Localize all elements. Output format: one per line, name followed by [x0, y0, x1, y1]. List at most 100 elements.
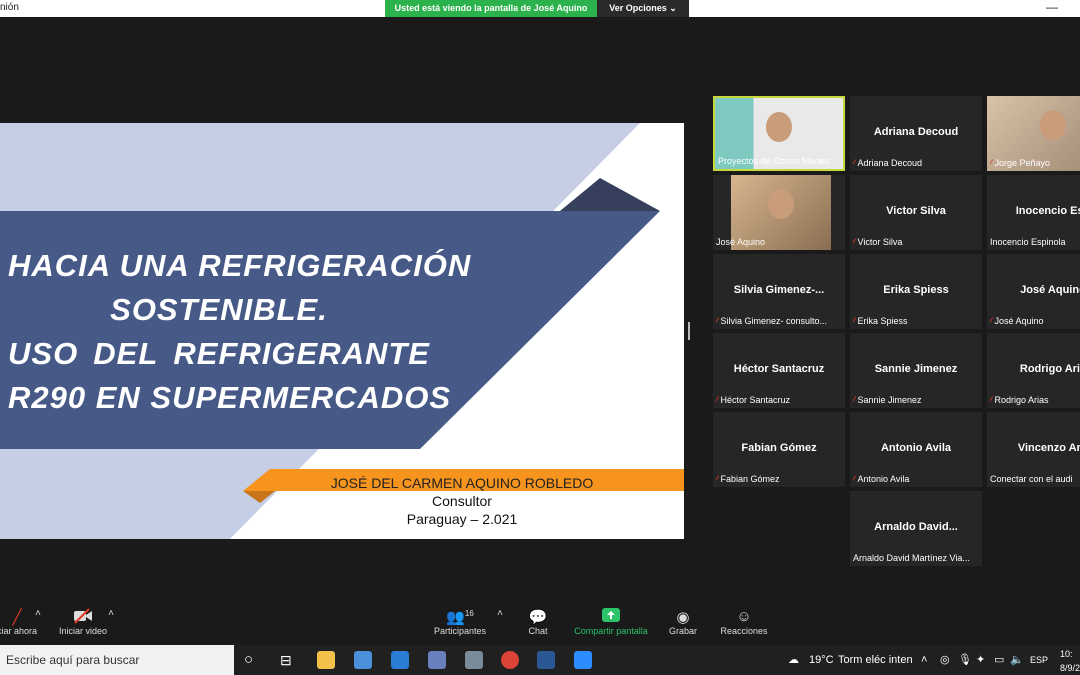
- participant-name-large: Fabian Gómez: [741, 442, 817, 454]
- participant-tile[interactable]: Silvia Gimenez-... ⁄ Silvia Gimenez- consu…: [713, 254, 845, 329]
- participant-name-large: Silvia Gimenez-...: [733, 284, 825, 296]
- participant-name-large: Erika Spiess: [883, 284, 949, 296]
- screen-share-banner: Usted está viendo la pantalla de José Aq…: [385, 0, 597, 17]
- participant-tile[interactable]: José Aquino: [713, 175, 845, 250]
- video-button[interactable]: Iniciar video: [58, 608, 108, 636]
- share-label: Compartir pantalla: [574, 626, 648, 636]
- microphone-icon[interactable]: 🎙: [958, 645, 972, 675]
- participant-tile[interactable]: Proyectos de Ozono Mades: [713, 96, 845, 171]
- participant-label-text: Jorge Peñayo: [994, 158, 1051, 168]
- video-label: Iniciar video: [58, 626, 108, 636]
- record-label: Grabar: [668, 626, 697, 636]
- muted-mic-icon: ⁄: [853, 395, 855, 405]
- participant-tile[interactable]: ⁄ Jorge Peñayo: [987, 96, 1080, 171]
- participant-label-text: Sannie Jimenez: [857, 395, 922, 405]
- reactions-button[interactable]: ☺ Reacciones: [720, 608, 768, 636]
- participant-name-large: Héctor Santacruz: [733, 363, 825, 375]
- video-options-chevron[interactable]: ˄: [105, 608, 117, 626]
- audio-options-chevron[interactable]: ˄: [32, 608, 44, 626]
- clock-time: 10:: [1060, 649, 1073, 659]
- task-view-circle-icon[interactable]: ○: [244, 645, 253, 675]
- participant-label-text: Rodrigo Arias: [994, 395, 1049, 405]
- participant-tile[interactable]: Adriana Decoud ⁄ Adriana Decoud: [850, 96, 982, 171]
- participants-button[interactable]: 👥16 Participantes: [432, 608, 488, 636]
- participant-label-text: Arnaldo David Martínez Via...: [853, 553, 970, 563]
- muted-mic-icon: ⁄: [853, 316, 855, 326]
- participant-tile[interactable]: Rodrigo Aria ⁄ Rodrigo Arias: [987, 333, 1080, 408]
- muted-mic-icon: ⁄: [990, 395, 992, 405]
- chrome-icon[interactable]: [501, 651, 519, 669]
- minimize-button[interactable]: —: [1046, 0, 1058, 14]
- muted-mic-icon: ⁄: [853, 474, 855, 484]
- chevron-up-icon: ˄: [497, 608, 503, 619]
- participant-tile[interactable]: Héctor Santacruz ⁄ Héctor Santacruz: [713, 333, 845, 408]
- weather-temp[interactable]: 19°C: [809, 645, 834, 675]
- calculator-icon[interactable]: [465, 651, 483, 669]
- participant-face: [766, 112, 792, 142]
- participant-tile[interactable]: Vincenzo Arri Conectar con el audi: [987, 412, 1080, 487]
- reactions-label: Reacciones: [720, 626, 768, 636]
- slide-author: JOSÉ DEL CARMEN AQUINO ROBLEDO: [330, 475, 594, 491]
- participant-tile[interactable]: Antonio Avila ⁄ Antonio Avila: [850, 412, 982, 487]
- participant-label: Proyectos de Ozono Mades: [718, 156, 841, 166]
- muted-mic-icon: ⁄: [853, 237, 855, 247]
- participant-label-text: Silvia Gimenez- consulto...: [720, 316, 828, 326]
- chat-button[interactable]: 💬 Chat: [522, 608, 554, 636]
- participant-tile[interactable]: Victor Silva ⁄ Victor Silva: [850, 175, 982, 250]
- participant-name-large: Inocencio Esp: [1015, 205, 1080, 217]
- file-explorer-icon[interactable]: [317, 651, 335, 669]
- chat-bubble-icon: 💬: [528, 609, 548, 626]
- participants-options-chevron[interactable]: ˄: [494, 608, 506, 626]
- word-icon[interactable]: [537, 651, 555, 669]
- participant-label: ⁄ Héctor Santacruz: [716, 395, 843, 405]
- participant-tile[interactable]: Sannie Jimenez ⁄ Sannie Jimenez: [850, 333, 982, 408]
- participant-name-large: Adriana Decoud: [873, 126, 959, 138]
- participant-label-text: Conectar con el audi: [990, 474, 1073, 484]
- network-icon[interactable]: ▭: [994, 645, 1004, 675]
- language-indicator[interactable]: ESP: [1030, 645, 1048, 675]
- slide-title-word: DEL: [93, 336, 159, 371]
- participant-tile[interactable]: José Aquino ⁄ José Aquino: [987, 254, 1080, 329]
- participant-label-text: José Aquino: [994, 316, 1044, 326]
- weather-icon[interactable]: ☁: [788, 645, 799, 675]
- meeting-controls: ╱ ciar ahora ˄ Iniciar video ˄ 👥16 Parti…: [0, 604, 1080, 645]
- volume-icon[interactable]: 🔈: [1010, 645, 1024, 675]
- vpn-icon[interactable]: [428, 651, 446, 669]
- taskbar-search-input[interactable]: Escribe aquí para buscar: [0, 645, 234, 675]
- participants-label: Participantes: [433, 626, 487, 636]
- mail-icon[interactable]: [391, 651, 409, 669]
- store-icon[interactable]: [354, 651, 372, 669]
- meet-now-icon[interactable]: ◎: [940, 645, 950, 675]
- participant-label: ⁄ Rodrigo Arias: [990, 395, 1080, 405]
- video-off-icon: [58, 608, 108, 626]
- share-screen-button[interactable]: Compartir pantalla: [572, 608, 650, 636]
- record-icon: ◉: [676, 609, 690, 626]
- participants-icon: 👥16: [446, 609, 474, 626]
- participant-tile[interactable]: Erika Spiess ⁄ Erika Spiess: [850, 254, 982, 329]
- participant-name-large: Vincenzo Arri: [1017, 442, 1080, 454]
- participant-label-text: Proyectos de Ozono Mades: [718, 156, 830, 166]
- view-options-button[interactable]: Ver Opciones ⌄: [597, 0, 689, 17]
- participant-label: ⁄ Jorge Peñayo: [990, 158, 1080, 168]
- smiley-icon: ☺: [736, 608, 752, 625]
- chevron-up-icon[interactable]: ˄: [921, 645, 927, 675]
- clock[interactable]: 10: 8/9/2: [1060, 647, 1080, 675]
- record-button[interactable]: ◉ Grabar: [666, 608, 700, 636]
- task-view-icon[interactable]: ⊟: [280, 645, 292, 675]
- chevron-down-icon: ⌄: [669, 3, 677, 13]
- chevron-up-icon: ˄: [108, 608, 114, 619]
- zoom-icon[interactable]: [574, 651, 592, 669]
- participant-name-large: Rodrigo Aria: [1019, 363, 1080, 375]
- participant-label: ⁄ Victor Silva: [853, 237, 980, 247]
- view-options-label: Ver Opciones: [609, 3, 667, 13]
- weather-desc[interactable]: Torm eléc inten: [838, 645, 913, 675]
- panel-resize-handle[interactable]: [688, 322, 690, 340]
- slide-title-line-2: SOSTENIBLE.: [110, 292, 328, 327]
- participant-tile[interactable]: Fabian Gómez ⁄ Fabian Gómez: [713, 412, 845, 487]
- participant-name-large: Arnaldo David...: [874, 521, 958, 533]
- participant-tile[interactable]: Inocencio Esp Inocencio Espinola: [987, 175, 1080, 250]
- participant-tile[interactable]: Arnaldo David... Arnaldo David Martínez V…: [850, 491, 982, 566]
- muted-mic-icon: ⁄: [716, 316, 718, 326]
- dropbox-icon[interactable]: ✦: [976, 645, 985, 675]
- muted-mic-icon: ⁄: [990, 316, 992, 326]
